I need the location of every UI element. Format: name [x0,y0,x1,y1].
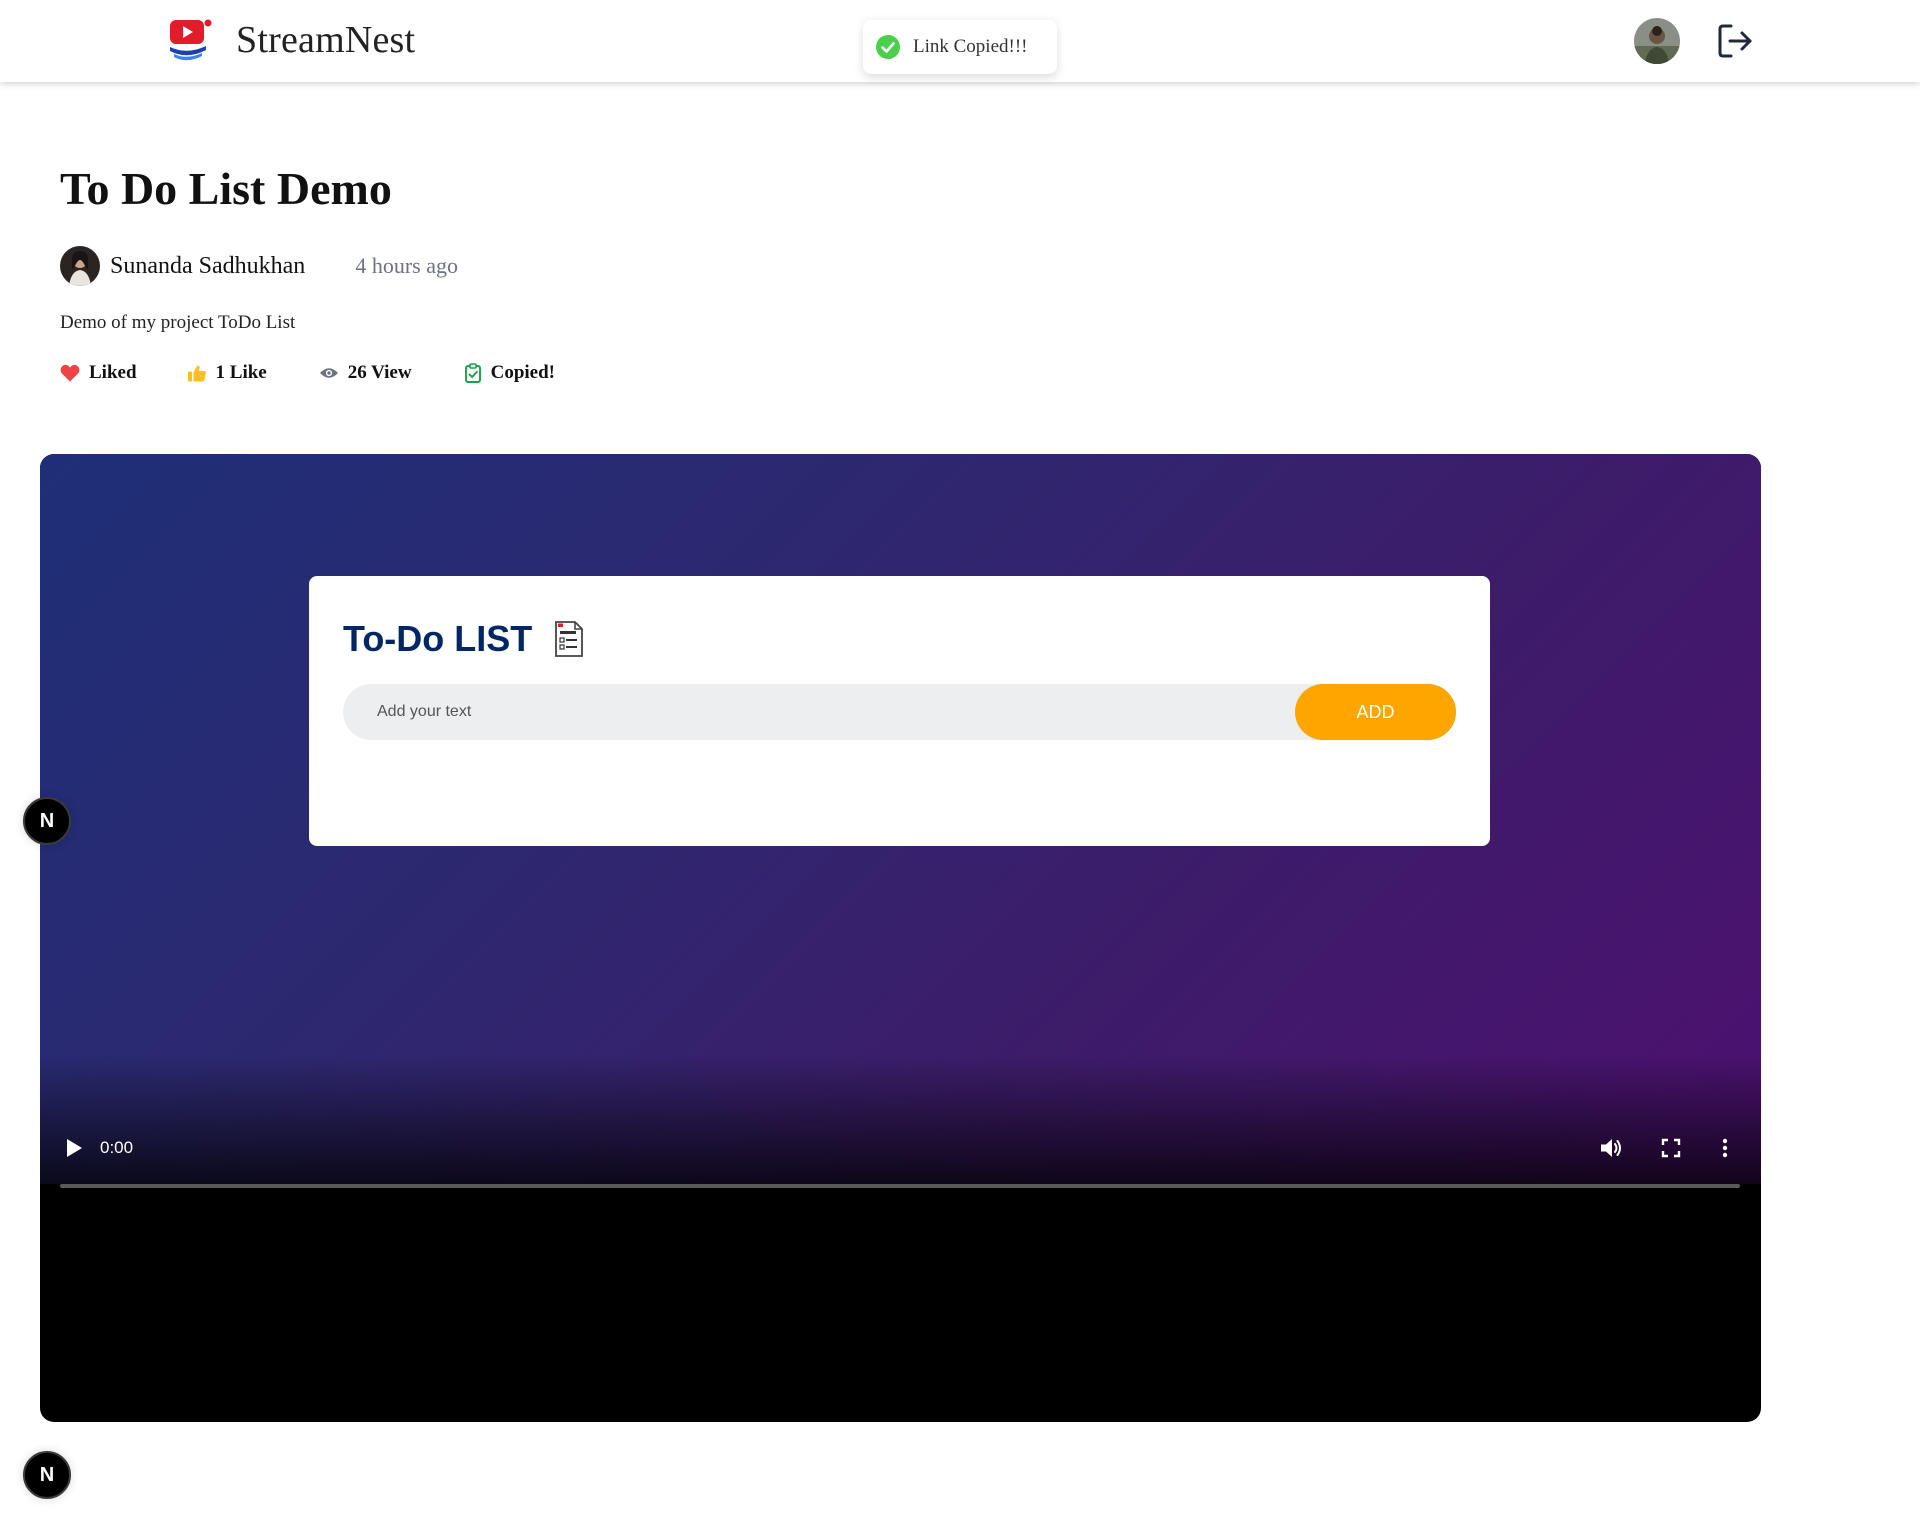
brand-home-link[interactable]: StreamNest [166,18,415,62]
todo-app-card: To-Do LIST ADD [309,576,1490,846]
streamnest-logo-icon [170,19,212,61]
dev-tools-badge[interactable]: N [23,1451,71,1499]
todo-heading: To-Do LIST [343,618,584,660]
copy-link-button[interactable]: Copied! [464,362,555,384]
eye-icon [319,368,338,378]
video-description: Demo of my project ToDo List [60,312,296,333]
more-vertical-icon[interactable] [1720,1136,1730,1160]
checklist-document-icon [555,621,584,657]
link-copied-toast: Link Copied!!! [863,20,1057,74]
progress-bar[interactable] [60,1184,1740,1188]
todo-title: To-Do LIST [343,618,533,659]
like-count-button[interactable]: 1 Like [187,362,267,384]
logout-icon[interactable] [1714,20,1756,62]
todo-add-button[interactable]: ADD [1295,684,1456,740]
channel-info: Sunanda Sadhukhan 4 hours ago [60,246,458,286]
app-header: StreamNest Link Copied!!! [0,0,1920,82]
todo-input-row: ADD [343,684,1456,740]
heart-icon [60,364,80,382]
likes-count: 1 Like [215,362,267,383]
video-actions: Liked 1 Like 26 View Copied! [60,362,555,384]
fullscreen-icon[interactable] [1660,1137,1682,1159]
todo-text-input[interactable] [343,684,1283,740]
video-controls: 0:00 [40,1124,1761,1204]
volume-icon[interactable] [1598,1135,1624,1161]
brand-name: StreamNest [236,19,416,61]
copied-label: Copied! [490,362,555,383]
views-count: 26 View [319,362,412,384]
channel-avatar-image [60,246,100,286]
liked-label: Liked [89,362,137,383]
channel-name[interactable]: Sunanda Sadhukhan [110,253,305,280]
video-title: To Do List Demo [60,163,392,214]
dev-tools-badge[interactable]: N [23,797,71,845]
user-avatar[interactable] [1634,18,1680,64]
clipboard-check-icon [464,363,481,383]
user-avatar-image [1634,18,1680,64]
liked-button[interactable]: Liked [60,362,137,384]
upload-time: 4 hours ago [355,253,458,278]
video-player[interactable]: To-Do LIST ADD 0:00 [40,454,1761,1422]
channel-avatar[interactable] [60,246,100,286]
check-circle-icon [876,35,900,59]
toast-message: Link Copied!!! [913,36,1028,57]
thumbs-up-icon [187,365,206,382]
views-label: 26 View [347,362,412,383]
current-time: 0:00 [100,1138,134,1157]
play-icon[interactable] [64,1136,84,1160]
